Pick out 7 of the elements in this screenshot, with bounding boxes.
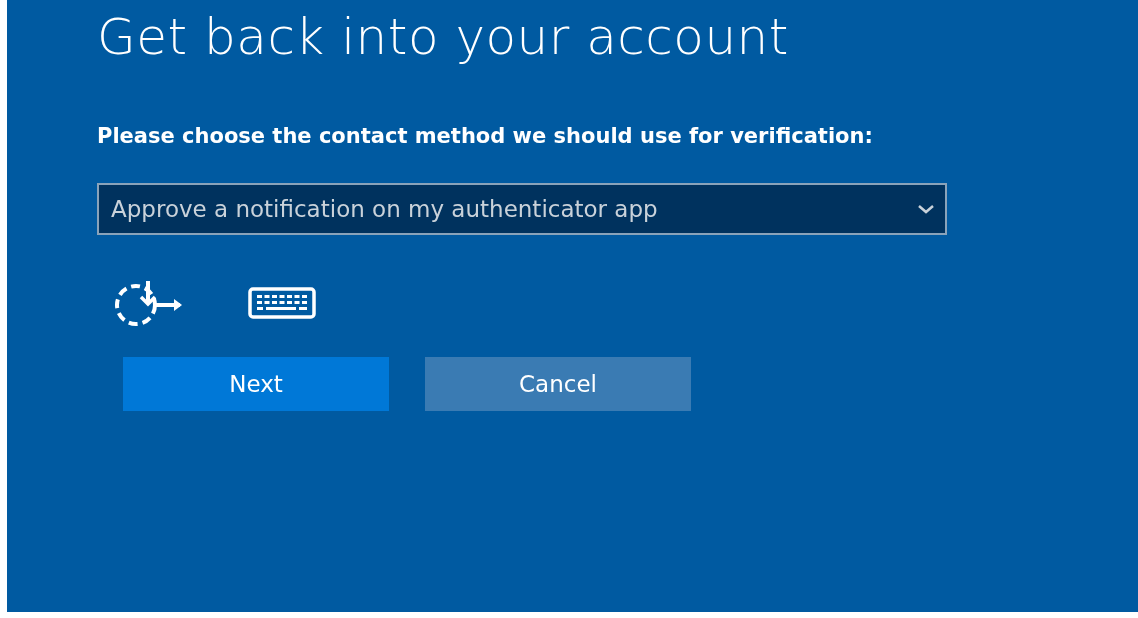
next-button[interactable]: Next xyxy=(123,357,389,411)
instruction-text: Please choose the contact method we should use for verification: xyxy=(97,124,874,148)
keyboard-icon[interactable] xyxy=(248,287,316,319)
cancel-button[interactable]: Cancel xyxy=(425,357,691,411)
method-dropdown[interactable]: Approve a notification on my authenticator app xyxy=(97,183,947,235)
chevron-down-icon xyxy=(917,204,935,214)
page-title: Get back into your account xyxy=(97,7,790,68)
